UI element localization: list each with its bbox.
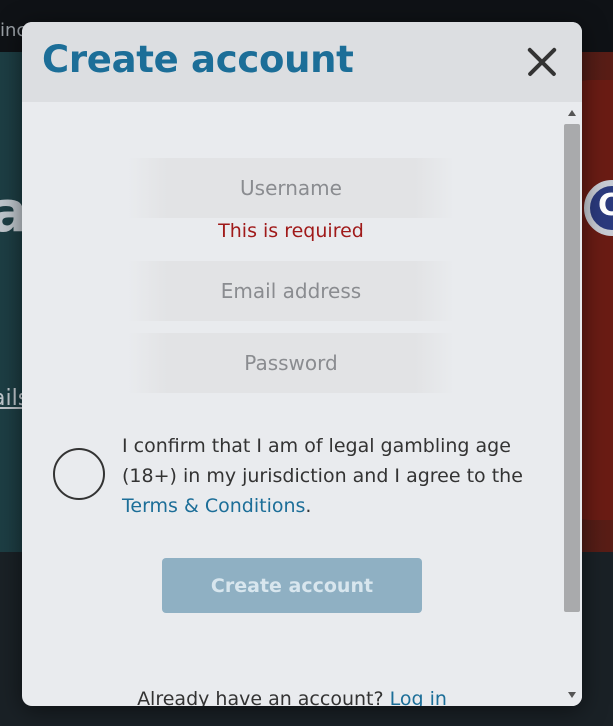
consent-label: I confirm that I am of legal gambling ag… [122, 435, 523, 487]
consent-period: . [305, 495, 312, 517]
close-icon[interactable] [522, 42, 562, 82]
login-prompt: Already have an account? Log in [22, 688, 562, 706]
login-prompt-text: Already have an account? [137, 688, 390, 706]
scroll-up-arrow-icon[interactable] [568, 110, 576, 116]
terms-link[interactable]: Terms & Conditions [122, 495, 305, 517]
age-confirm-checkbox[interactable] [53, 448, 105, 500]
modal-body: This is required I confirm that I am of … [22, 102, 562, 706]
email-input[interactable] [128, 261, 454, 321]
username-error: This is required [218, 220, 364, 242]
consent-text: I confirm that I am of legal gambling ag… [122, 431, 542, 521]
scroll-down-arrow-icon[interactable] [568, 692, 576, 698]
username-input[interactable] [128, 158, 454, 218]
modal-scrollbar[interactable] [562, 102, 582, 706]
password-input[interactable] [128, 333, 454, 393]
modal-title: Create account [42, 38, 354, 81]
create-account-button[interactable]: Create account [162, 558, 422, 613]
scrollbar-thumb[interactable] [564, 124, 580, 612]
create-account-modal: Create account This is required I confir… [22, 22, 582, 706]
modal-header: Create account [22, 22, 582, 102]
login-link[interactable]: Log in [390, 688, 447, 706]
